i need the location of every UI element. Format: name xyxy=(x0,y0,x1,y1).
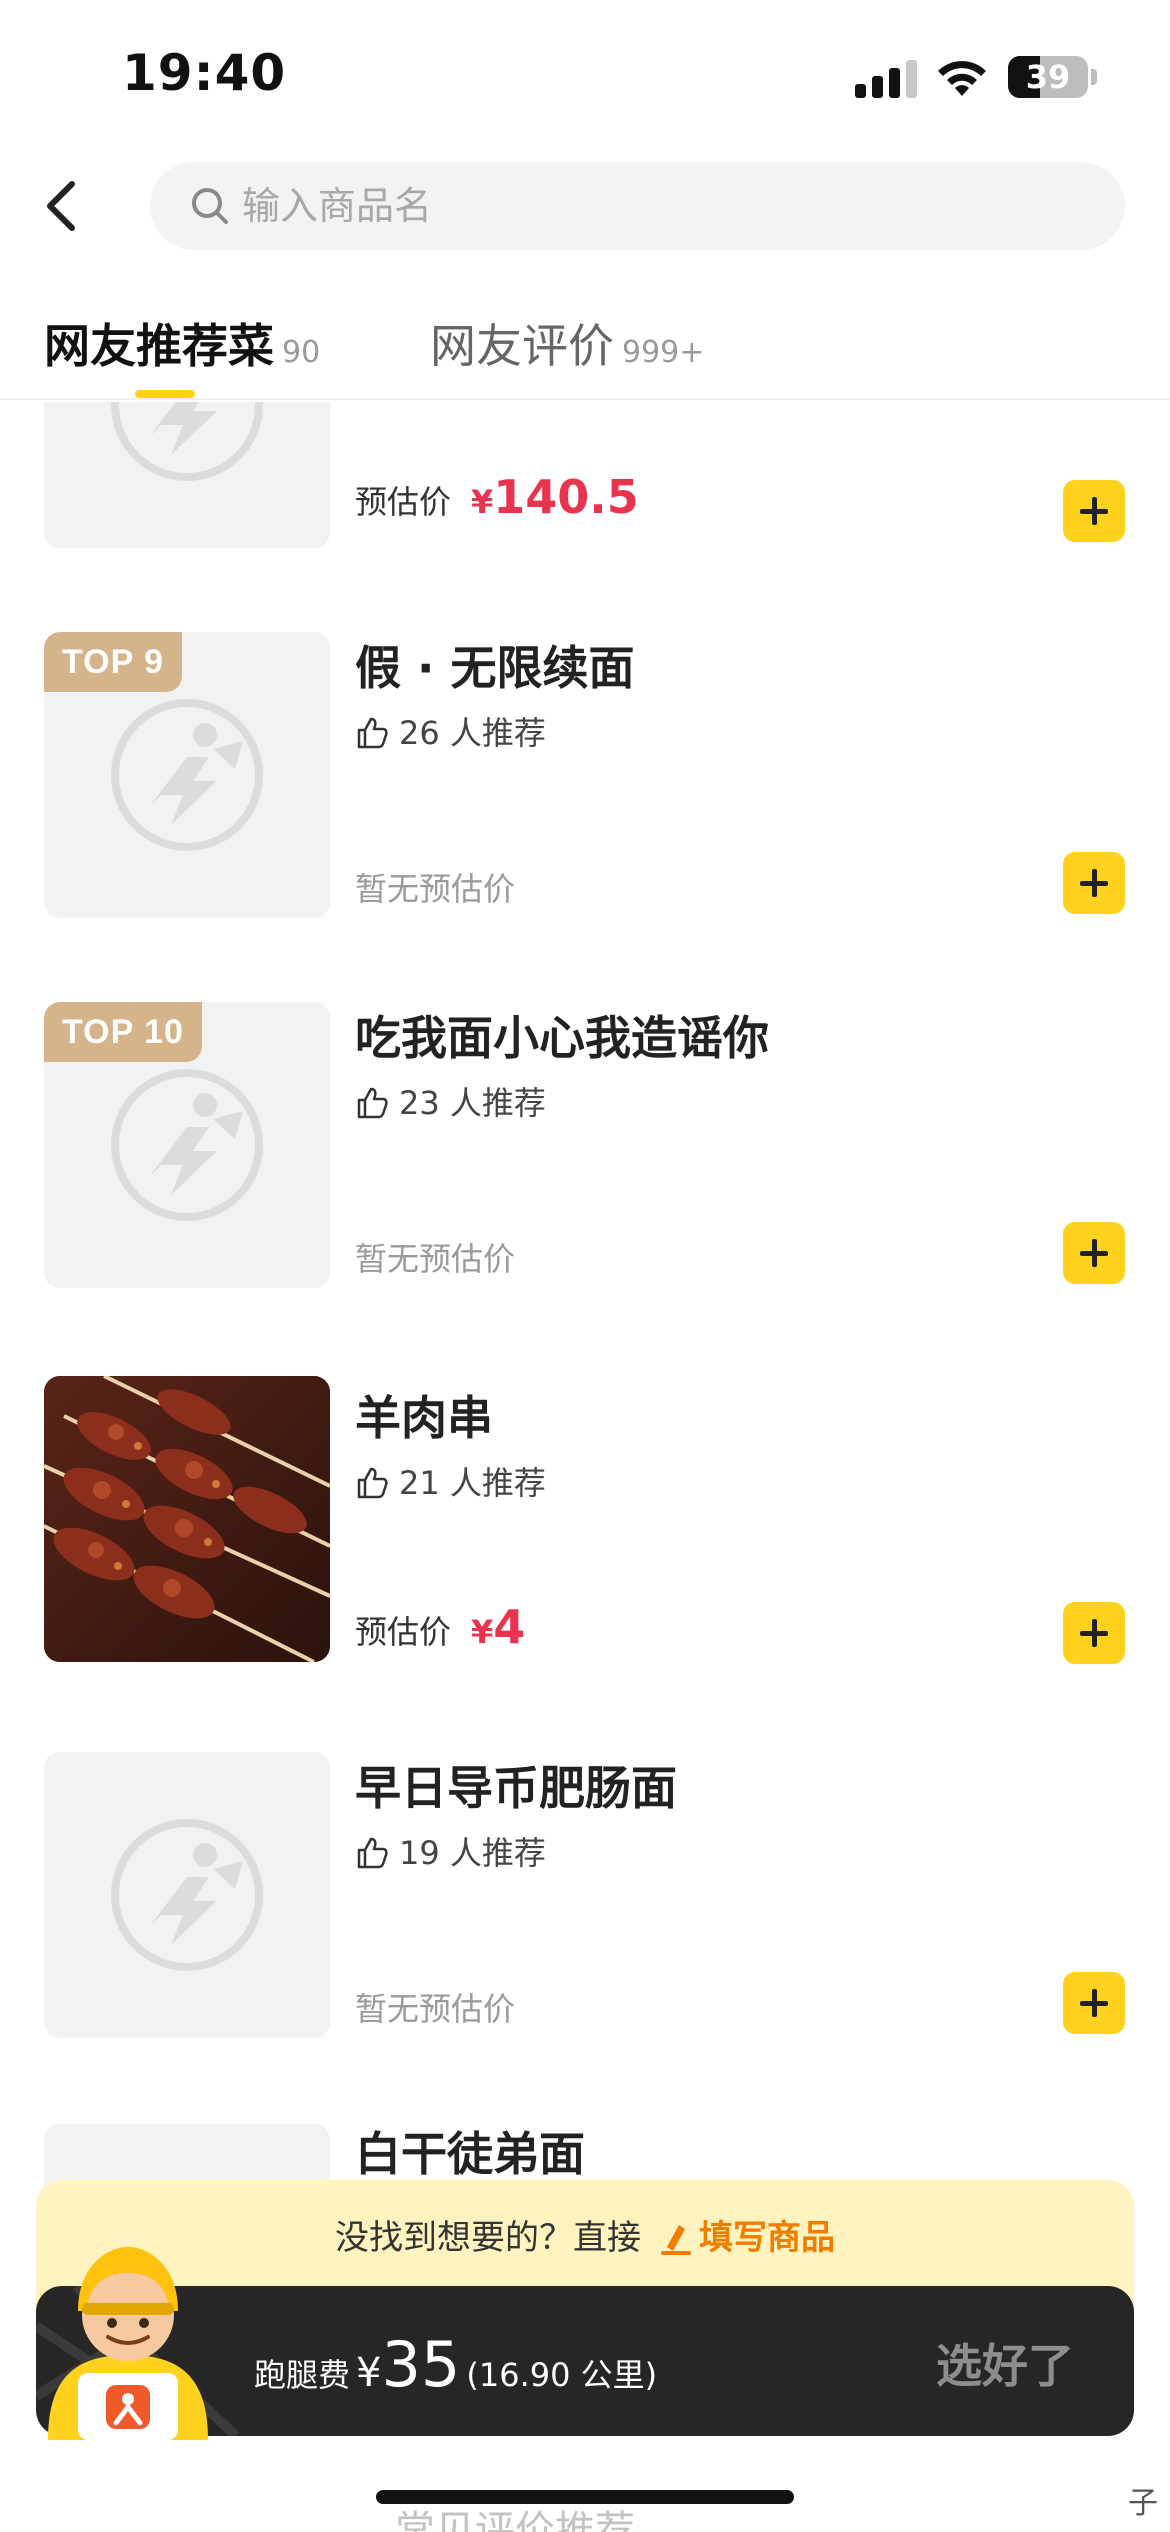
price-label: 预估价 xyxy=(355,1613,452,1651)
recommend-text: 23 人推荐 xyxy=(399,1084,546,1122)
fee-currency: ¥ xyxy=(356,2350,382,2396)
rank-badge: TOP 9 xyxy=(44,632,183,692)
dish-image-placeholder: TOP 10 xyxy=(44,1002,330,1288)
active-tab-indicator xyxy=(135,390,195,398)
no-estimated-price: 暂无预估价 xyxy=(355,1990,516,2028)
add-button[interactable] xyxy=(1063,852,1125,914)
fee-label: 跑腿费 xyxy=(254,2356,351,2394)
add-button[interactable] xyxy=(1063,1602,1125,1664)
thumbs-up-icon xyxy=(357,717,388,749)
recommend-text: 26 人推荐 xyxy=(399,714,546,752)
price-value: 4 xyxy=(493,1600,526,1654)
delivery-fee: 跑腿费 ¥35 (16.90 公里) xyxy=(254,2328,657,2401)
status-bar: 19:40 39 xyxy=(0,0,1170,150)
add-button[interactable] xyxy=(1063,1972,1125,2034)
status-time: 19:40 xyxy=(122,44,287,102)
list-item[interactable]: TOP 9 假 · 无限续面 26 人推荐 暂无预估价 xyxy=(0,632,1170,922)
price-currency: ¥ xyxy=(471,483,494,521)
dish-list: 预估价 ¥140.5 TOP 9 假 · 无限续面 26 人推荐 暂无预估价 T… xyxy=(0,402,1170,2202)
home-indicator xyxy=(376,2490,794,2504)
add-button[interactable] xyxy=(1063,1222,1125,1284)
tab-count: 90 xyxy=(282,335,321,370)
tab-label: 网友推荐菜 xyxy=(44,319,274,373)
add-button[interactable] xyxy=(1063,480,1125,542)
no-estimated-price: 暂无预估价 xyxy=(355,870,516,908)
fill-in-item-link[interactable]: 填写商品 xyxy=(699,2218,835,2258)
tab-bar: 网友推荐菜 90 网友评价 999+ xyxy=(0,290,1170,400)
list-item[interactable]: 羊肉串 21 人推荐 预估价 ¥4 xyxy=(0,1376,1170,1672)
dish-name: 假 · 无限续面 xyxy=(355,641,635,695)
runner-logo-icon xyxy=(111,1819,263,1971)
tab-recommended-dishes[interactable]: 网友推荐菜 90 xyxy=(44,310,320,376)
thumbs-up-icon xyxy=(357,1467,388,1499)
rank-badge: TOP 10 xyxy=(44,1002,202,1062)
cellular-signal-icon xyxy=(855,60,917,98)
back-arrow-icon[interactable] xyxy=(36,170,86,240)
delivery-distance: (16.90 公里) xyxy=(466,2356,658,2394)
battery-icon: 39 xyxy=(1008,56,1088,98)
recommend-count: 19 人推荐 xyxy=(355,1828,546,1874)
estimated-price: 预估价 ¥140.5 xyxy=(355,470,639,524)
search-bar[interactable] xyxy=(150,162,1125,250)
dish-image-placeholder xyxy=(44,1752,330,2038)
price-currency: ¥ xyxy=(471,1613,494,1651)
dish-name: 羊肉串 xyxy=(355,1391,493,1445)
list-item[interactable]: 早日导币肥肠面 19 人推荐 暂无预估价 xyxy=(0,1752,1170,2042)
recommend-count: 23 人推荐 xyxy=(355,1078,546,1124)
battery-tip xyxy=(1091,69,1097,85)
tab-label: 网友评价 xyxy=(430,319,614,373)
pen-icon xyxy=(661,2225,691,2255)
dish-name: 白干徒弟面 xyxy=(355,2127,585,2181)
dish-image-placeholder xyxy=(44,402,330,548)
done-button[interactable]: 选好了 xyxy=(936,2330,1074,2396)
runner-logo-icon xyxy=(111,402,263,481)
thumbs-up-icon xyxy=(357,1087,388,1119)
tab-count: 999+ xyxy=(622,335,705,370)
price-value: 140.5 xyxy=(493,470,639,524)
list-item[interactable]: TOP 10 吃我面小心我造谣你 23 人推荐 暂无预估价 xyxy=(0,1002,1170,1292)
no-estimated-price: 暂无预估价 xyxy=(355,1240,516,1278)
runner-logo-icon xyxy=(111,1069,263,1221)
recommend-text: 21 人推荐 xyxy=(399,1464,546,1502)
tab-reviews[interactable]: 网友评价 999+ xyxy=(430,310,704,376)
price-label: 预估价 xyxy=(355,483,452,521)
dish-image-placeholder: TOP 9 xyxy=(44,632,330,918)
courier-mascot-icon xyxy=(48,2247,208,2440)
thumbs-up-icon xyxy=(357,1837,388,1869)
wifi-icon xyxy=(938,61,986,96)
recommend-text: 19 人推荐 xyxy=(399,1834,546,1872)
recommend-count: 21 人推荐 xyxy=(355,1458,546,1504)
recommend-count: 26 人推荐 xyxy=(355,708,546,754)
dish-name: 早日导币肥肠面 xyxy=(355,1761,677,1815)
dish-photo xyxy=(44,1376,330,1662)
search-icon xyxy=(192,188,228,224)
battery-level: 39 xyxy=(1025,58,1071,96)
estimated-price: 预估价 ¥4 xyxy=(355,1600,525,1654)
underlay-right-char: 子 xyxy=(1128,2486,1158,2521)
dish-name: 吃我面小心我造谣你 xyxy=(355,1011,769,1065)
list-item[interactable]: 预估价 ¥140.5 xyxy=(0,402,1170,552)
fee-amount: 35 xyxy=(381,2328,461,2401)
hint-text: 没找到想要的？直接 xyxy=(335,2218,641,2258)
runner-logo-icon xyxy=(111,699,263,851)
search-input[interactable] xyxy=(242,162,1062,250)
lamb-skewers-photo xyxy=(44,1376,330,1662)
